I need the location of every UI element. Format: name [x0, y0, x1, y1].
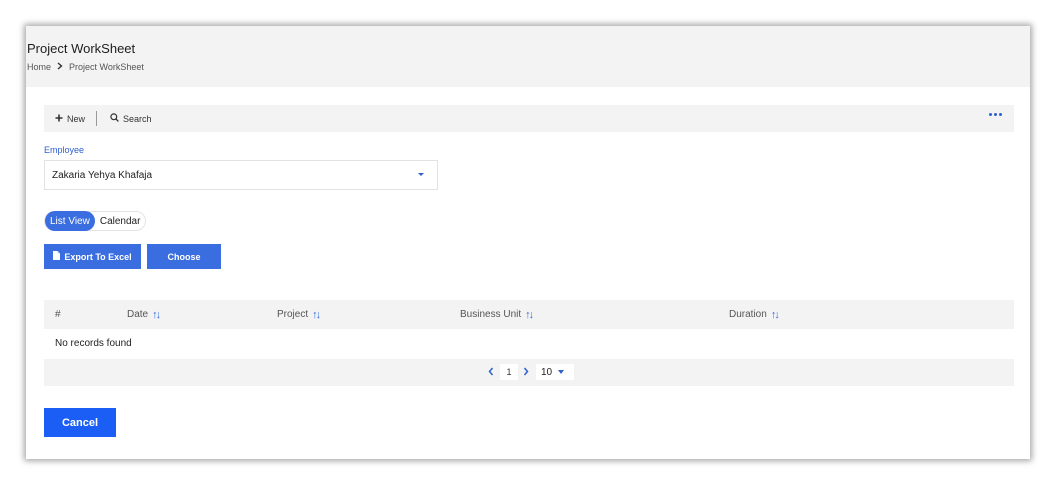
empty-message: No records found	[55, 338, 132, 349]
export-button-label: Export To Excel	[64, 251, 132, 262]
page-number-current[interactable]: 1	[500, 364, 518, 380]
new-button[interactable]: New	[55, 105, 85, 132]
calendar-tab[interactable]: Calendar	[95, 211, 146, 231]
chevron-right-icon	[57, 62, 63, 72]
column-label: Date	[127, 309, 149, 320]
breadcrumb: Home Project WorkSheet	[27, 62, 144, 72]
column-label: #	[55, 309, 61, 320]
toolbar: New Search	[44, 105, 1014, 132]
plus-icon	[55, 114, 63, 124]
column-header-number: #	[55, 300, 61, 329]
chevron-left-icon[interactable]	[488, 366, 494, 378]
breadcrumb-home[interactable]: Home	[27, 62, 51, 72]
grid-header: # Date ↑↓ Project ↑↓ Business Unit ↑↓ Du…	[44, 300, 1014, 329]
page-size-select[interactable]: 10	[536, 364, 574, 380]
column-label: Duration	[729, 309, 767, 320]
view-toggle: List View Calendar	[44, 211, 147, 231]
employee-selected-value: Zakaria Yehya Khafaja	[52, 169, 153, 181]
column-header-duration[interactable]: Duration ↑↓	[729, 300, 780, 329]
employee-select[interactable]: Zakaria Yehya Khafaja	[44, 160, 438, 190]
export-to-excel-button[interactable]: Export To Excel	[44, 244, 141, 269]
pager: 1 10	[44, 359, 1014, 386]
page-size-value: 10	[541, 366, 553, 378]
sort-icon: ↑↓	[312, 308, 321, 321]
employee-label: Employee	[44, 145, 85, 155]
page-header: Project WorkSheet Home Project WorkSheet	[26, 26, 1030, 87]
column-label: Business Unit	[460, 309, 522, 320]
chevron-right-icon[interactable]	[523, 366, 529, 378]
column-header-business-unit[interactable]: Business Unit ↑↓	[460, 300, 534, 329]
app-frame: Project WorkSheet Home Project WorkSheet…	[26, 26, 1030, 459]
search-button-label: Search	[123, 113, 152, 124]
new-button-label: New	[67, 113, 86, 124]
cancel-button[interactable]: Cancel	[44, 408, 116, 437]
breadcrumb-current: Project WorkSheet	[69, 62, 144, 72]
file-icon	[53, 251, 61, 262]
search-button[interactable]: Search	[110, 105, 152, 132]
column-header-date[interactable]: Date ↑↓	[127, 300, 161, 329]
column-header-project[interactable]: Project ↑↓	[277, 300, 321, 329]
sort-icon: ↑↓	[770, 308, 780, 321]
more-horizontal-icon[interactable]	[989, 113, 1002, 116]
choose-button[interactable]: Choose	[147, 244, 221, 269]
page-title: Project WorkSheet	[27, 41, 136, 56]
column-label: Project	[277, 309, 309, 320]
sort-icon: ↑↓	[525, 308, 534, 321]
caret-down-icon	[558, 370, 565, 374]
sort-icon: ↑↓	[152, 308, 161, 321]
toolbar-divider	[96, 111, 97, 126]
search-icon	[110, 113, 119, 124]
caret-down-icon	[418, 173, 424, 176]
list-view-tab[interactable]: List View	[45, 211, 95, 231]
